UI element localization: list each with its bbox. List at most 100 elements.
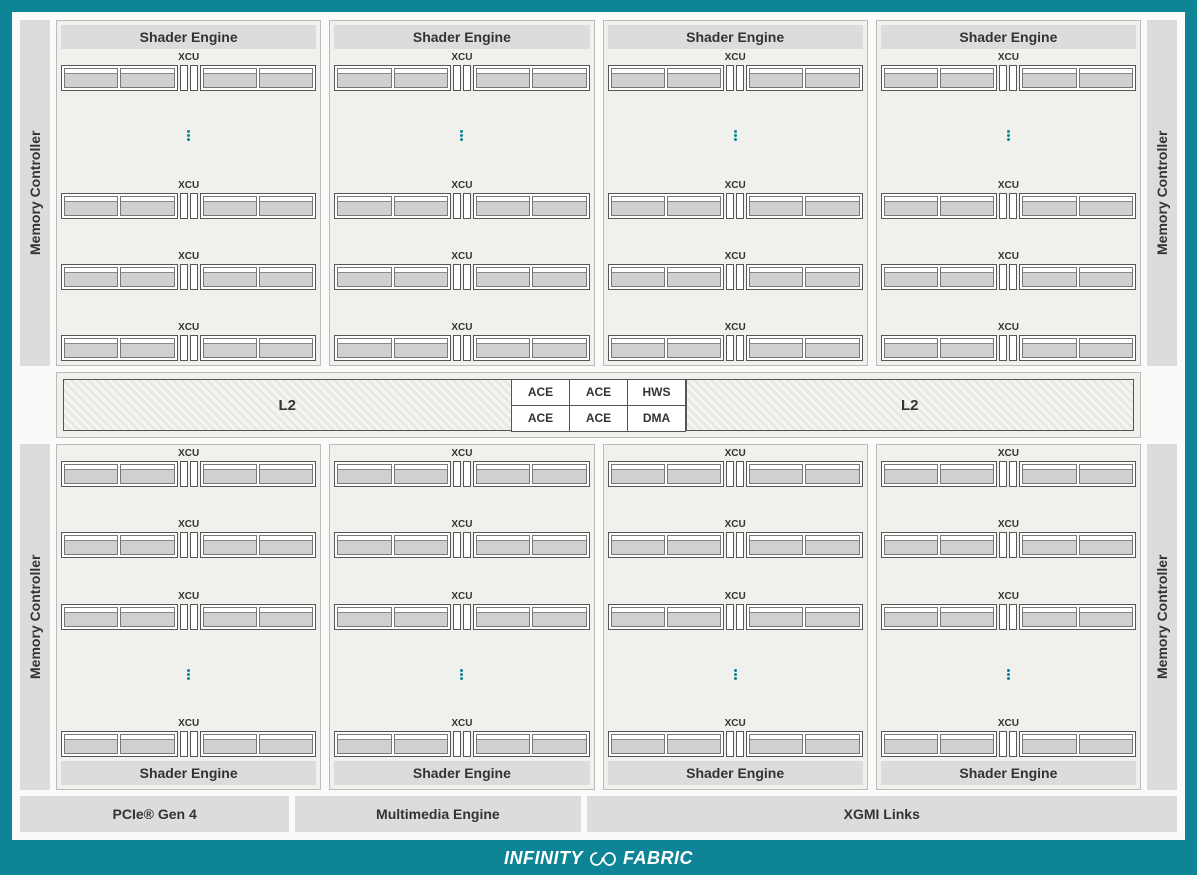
xcu-row: [881, 193, 1136, 219]
xcu-row: [334, 264, 589, 290]
shader-engine: Shader Engine XCU XCU XCU XCU: [56, 20, 321, 366]
infinity-fabric-label: INFINITY FABRIC: [0, 848, 1197, 869]
shader-engine-title: Shader Engine: [334, 25, 589, 49]
xcu-label: XCU: [998, 592, 1019, 602]
xcu-row: [608, 193, 863, 219]
xcu-row: [334, 193, 589, 219]
xcu-label: XCU: [451, 53, 472, 63]
pcie-block: PCIe® Gen 4: [20, 796, 289, 832]
memory-controller-bottom-left: Memory Controller: [20, 444, 50, 790]
top-row: Memory Controller Shader Engine XCU XCU …: [20, 20, 1177, 366]
xcu-label: XCU: [451, 520, 472, 530]
xcu-row: [608, 532, 863, 558]
xcu-row: [881, 461, 1136, 487]
shader-engine-title: Shader Engine: [334, 761, 589, 785]
xcu-row: [61, 731, 316, 757]
xcu-row: [334, 461, 589, 487]
xcu-label: XCU: [998, 719, 1019, 729]
xcu-row: [881, 604, 1136, 630]
xcu-label: XCU: [451, 719, 472, 729]
io-bar: PCIe® Gen 4 Multimedia Engine XGMI Links: [20, 796, 1177, 832]
shader-engine: Shader Engine XCU XCU XCU XCU: [329, 20, 594, 366]
ace-block: ACE: [569, 405, 628, 432]
xcu-list: XCU XCU XCU XCU: [881, 53, 1136, 361]
xcu-label: XCU: [178, 181, 199, 191]
xcu-label: XCU: [451, 323, 472, 333]
ellipsis-icon: [334, 669, 589, 680]
shader-engines-top: Shader Engine XCU XCU XCU XCU Shader Eng…: [56, 20, 1141, 366]
xcu-label: XCU: [998, 53, 1019, 63]
ellipsis-icon: [608, 669, 863, 680]
xcu-row: [334, 532, 589, 558]
command-processor-grid: ACE ACE HWS ACE ACE DMA: [512, 379, 686, 431]
xcu-row: [608, 335, 863, 361]
xcu-row: [334, 731, 589, 757]
ellipsis-icon: [61, 130, 316, 141]
xcu-label: XCU: [178, 252, 199, 262]
xcu-row: [881, 264, 1136, 290]
bottom-row: Memory Controller XCU XCU XCU XCU Shader…: [20, 444, 1177, 790]
xcu-label: XCU: [451, 592, 472, 602]
xcu-row: [608, 65, 863, 91]
ace-block: ACE: [511, 405, 570, 432]
memory-controller-top-right: Memory Controller: [1147, 20, 1177, 366]
xcu-label: XCU: [725, 719, 746, 729]
shader-engine-title: Shader Engine: [61, 761, 316, 785]
xcu-label: XCU: [998, 449, 1019, 459]
xcu-label: XCU: [178, 592, 199, 602]
infinity-icon: [589, 851, 617, 867]
xgmi-block: XGMI Links: [587, 796, 1178, 832]
memory-controller-bottom-right: Memory Controller: [1147, 444, 1177, 790]
shader-engine: XCU XCU XCU XCU Shader Engine: [876, 444, 1141, 790]
xcu-label: XCU: [998, 323, 1019, 333]
xcu-label: XCU: [451, 252, 472, 262]
xcu-label: XCU: [725, 181, 746, 191]
ellipsis-icon: [334, 130, 589, 141]
ellipsis-icon: [608, 130, 863, 141]
xcu-row: [61, 532, 316, 558]
xcu-list: XCU XCU XCU XCU: [61, 53, 316, 361]
ellipsis-icon: [881, 130, 1136, 141]
dma-block: DMA: [627, 405, 686, 432]
xcu-row: [61, 604, 316, 630]
ace-block: ACE: [511, 379, 570, 406]
xcu-label: XCU: [998, 252, 1019, 262]
shader-engine-title: Shader Engine: [881, 25, 1136, 49]
shader-engine-title: Shader Engine: [608, 761, 863, 785]
l2-strip: L2 ACE ACE HWS ACE ACE DMA L2: [20, 372, 1177, 438]
xcu-row: [881, 731, 1136, 757]
l2-cache-right: L2: [686, 379, 1135, 431]
shader-engine: XCU XCU XCU XCU Shader Engine: [329, 444, 594, 790]
xcu-row: [608, 731, 863, 757]
shader-engine: Shader Engine XCU XCU XCU XCU: [603, 20, 868, 366]
xcu-row: [881, 65, 1136, 91]
xcu-label: XCU: [178, 719, 199, 729]
xcu-label: XCU: [451, 449, 472, 459]
xcu-label: XCU: [178, 520, 199, 530]
ellipsis-icon: [61, 669, 316, 680]
multimedia-block: Multimedia Engine: [295, 796, 580, 832]
xcu-row: [61, 335, 316, 361]
xcu-label: XCU: [998, 181, 1019, 191]
xcu-list: XCU XCU XCU XCU: [608, 53, 863, 361]
xcu-row: [608, 461, 863, 487]
xcu-row: [334, 65, 589, 91]
memory-controller-top-left: Memory Controller: [20, 20, 50, 366]
shader-engines-bottom: XCU XCU XCU XCU Shader Engine XCU XCU XC: [56, 444, 1141, 790]
xcu-row: [608, 264, 863, 290]
shader-engine-title: Shader Engine: [608, 25, 863, 49]
xcu-row: [61, 264, 316, 290]
hws-block: HWS: [627, 379, 686, 406]
xcu-label: XCU: [725, 592, 746, 602]
xcu-row: [61, 461, 316, 487]
xcu-label: XCU: [178, 53, 199, 63]
xcu-row: [881, 335, 1136, 361]
l2-cache-left: L2: [63, 379, 512, 431]
xcu-row: [881, 532, 1136, 558]
xcu-row: [61, 65, 316, 91]
xcu-label: XCU: [725, 520, 746, 530]
xcu-label: XCU: [451, 181, 472, 191]
xcu-label: XCU: [178, 323, 199, 333]
shader-engine-title: Shader Engine: [61, 25, 316, 49]
infinity-fabric-frame: Memory Controller Shader Engine XCU XCU …: [0, 0, 1197, 875]
